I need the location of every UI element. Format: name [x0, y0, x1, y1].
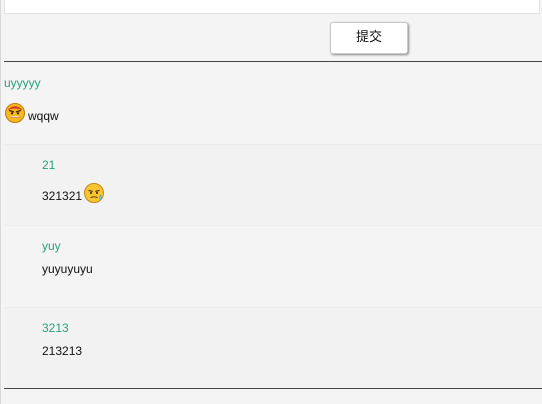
reply-divider	[4, 144, 542, 145]
comment-textarea[interactable]	[4, 0, 540, 14]
reply-item: 21 321321	[4, 144, 542, 225]
sweating-face-icon	[84, 183, 105, 203]
reply-item: 3213 213213	[4, 307, 542, 388]
comment-page: 提交 uyyyyy wqqw 21 321321 yuy yuyuyuyu 32…	[0, 0, 542, 404]
comment-item: uyyyyy wqqw	[4, 62, 542, 143]
reply-text: yuyuyuyu	[42, 262, 93, 276]
reply-text: 321321	[42, 189, 83, 203]
angry-face-icon	[5, 103, 25, 123]
comment-text: wqqw	[28, 109, 59, 123]
reply-divider	[4, 225, 542, 226]
reply-text: 213213	[42, 344, 83, 358]
comment-username[interactable]: uyyyyy	[4, 76, 41, 90]
reply-divider	[4, 307, 542, 308]
reply-username[interactable]: 3213	[42, 321, 69, 335]
divider-bottom	[4, 388, 542, 389]
comment-thread: uyyyyy wqqw 21 321321 yuy yuyuyuyu 3213 …	[4, 62, 542, 388]
submit-button[interactable]: 提交	[330, 22, 408, 54]
reply-body: 213213	[42, 344, 82, 358]
reply-username[interactable]: 21	[42, 158, 55, 172]
reply-body: 321321	[42, 182, 105, 203]
reply-item: yuy yuyuyuyu	[4, 225, 542, 306]
reply-username[interactable]: yuy	[42, 239, 61, 253]
comment-body: wqqw	[4, 101, 59, 123]
reply-body: yuyuyuyu	[42, 262, 93, 276]
